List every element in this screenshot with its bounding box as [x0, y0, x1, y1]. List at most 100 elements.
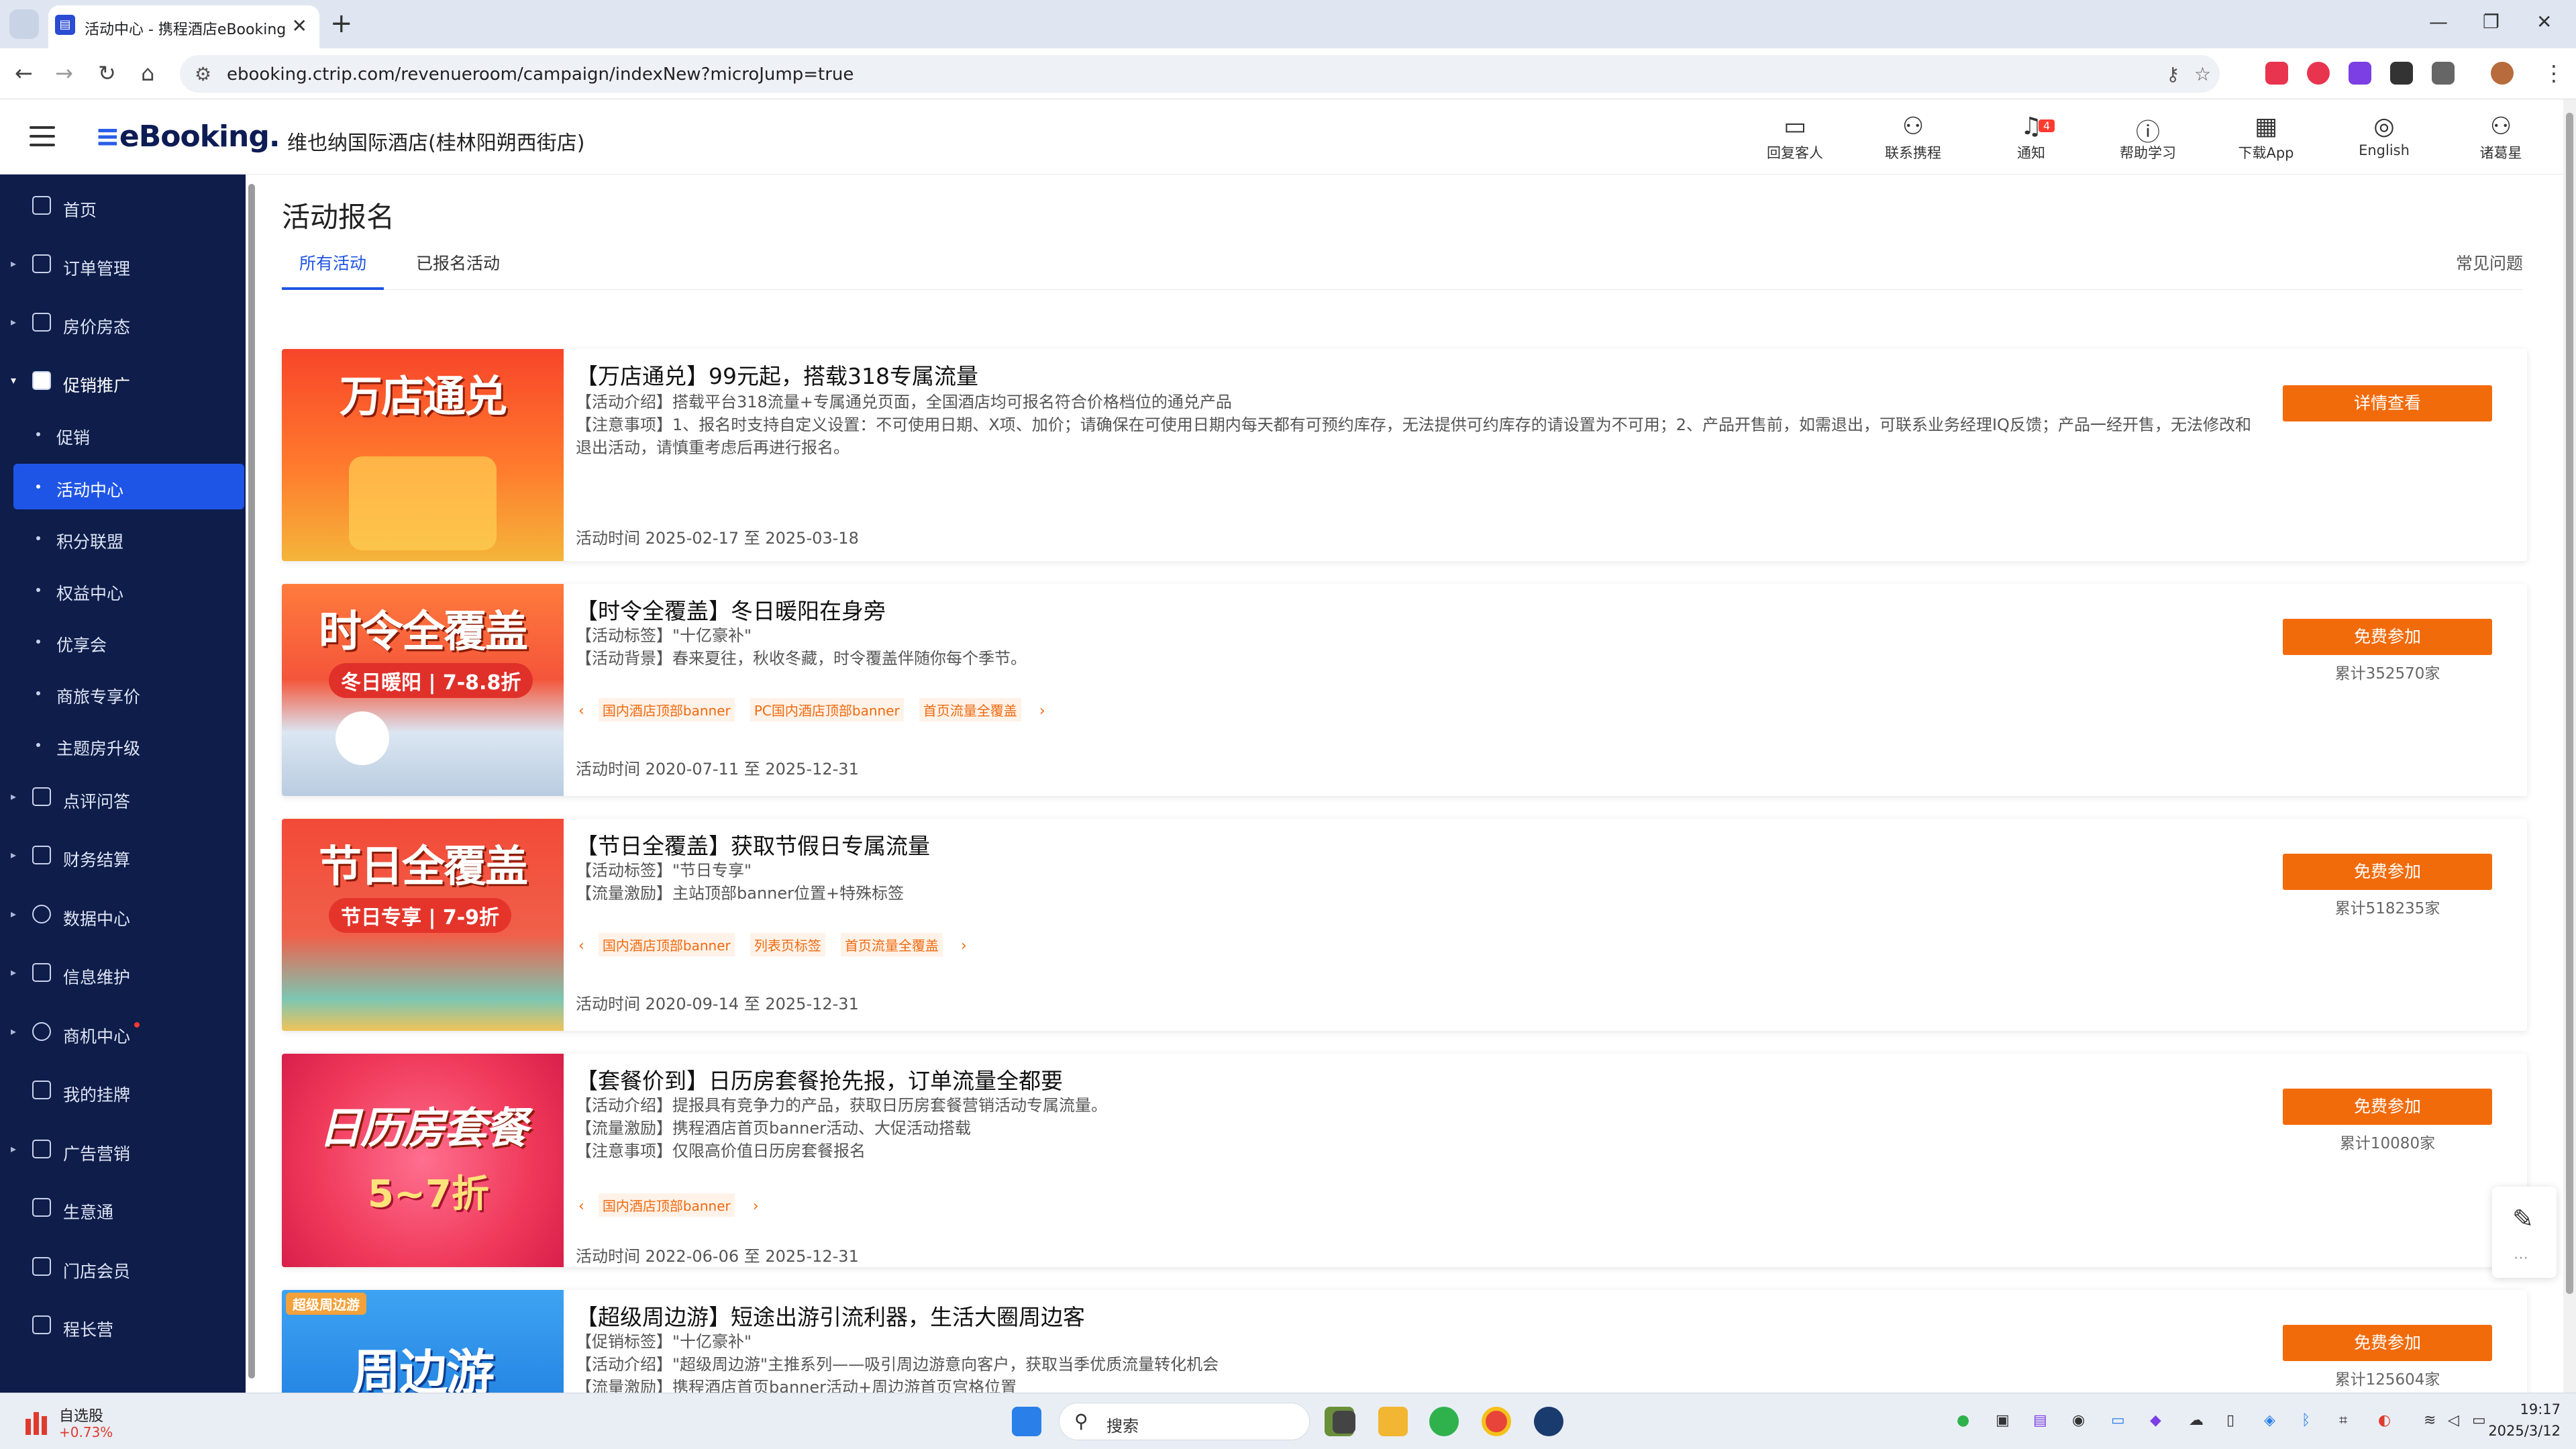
sidebar-item-data[interactable]: ▸ 数据中心 — [0, 893, 246, 938]
chevron-left-icon[interactable]: ‹ — [578, 703, 584, 719]
sidebar-item-listing[interactable]: 我的挂牌 — [0, 1068, 246, 1114]
sidebar-item-members[interactable]: 门店会员 — [0, 1245, 246, 1291]
sidebar-scrollbar[interactable] — [246, 174, 258, 1393]
taskbar-search[interactable]: ⚲ 搜索 — [1059, 1403, 1310, 1440]
details-button[interactable]: 详情查看 — [2283, 385, 2492, 421]
back-icon[interactable]: ← — [15, 60, 33, 86]
activity-banner-image[interactable]: 日历房套餐 5~7折 — [282, 1054, 564, 1267]
menu-toggle-icon[interactable] — [30, 126, 55, 146]
adblock-extension-icon[interactable] — [2307, 62, 2330, 85]
sidebar-item-benefits[interactable]: 权益中心 — [0, 567, 246, 613]
help-nav[interactable]: ⓘ 帮助学习 — [2111, 113, 2185, 162]
page-scrollbar[interactable] — [2563, 99, 2576, 1393]
pocket-extension-icon[interactable] — [2265, 62, 2288, 85]
tab-all-activities[interactable]: 所有活动 — [282, 242, 384, 290]
tray-monitor-icon[interactable]: ▭ — [2111, 1412, 2125, 1429]
tray-app-icon[interactable]: ● — [1957, 1412, 1969, 1429]
notification-nav[interactable]: ♫ 4 通知 — [1994, 113, 2068, 162]
sidebar-item-opportunity[interactable]: ▸ 商机中心 — [0, 1010, 246, 1056]
clock-time[interactable]: 19:17 — [2487, 1401, 2561, 1417]
activity-banner-image[interactable]: 时令全覆盖 冬日暖阳 | 7-8.8折 — [282, 584, 564, 796]
hotel-name[interactable]: 维也纳国际酒店(桂林阳朔西街店) — [287, 126, 584, 156]
tray-network-drive-icon[interactable]: ⌗ — [2339, 1412, 2347, 1429]
floating-toolbox[interactable]: ✎ ⋯ — [2492, 1187, 2557, 1278]
extensions-puzzle-icon[interactable] — [2432, 62, 2455, 85]
activity-banner-image[interactable]: 万店通兑 — [282, 349, 564, 561]
reload-icon[interactable]: ↻ — [98, 60, 116, 86]
activity-banner-image[interactable]: 超级周边游 周边游 — [282, 1290, 564, 1393]
activity-banner-image[interactable]: 节日全覆盖 节日专享 | 7-9折 — [282, 819, 564, 1031]
tray-nvidia-icon[interactable]: ▣ — [1996, 1412, 2010, 1429]
chevron-right-icon[interactable]: › — [961, 938, 967, 954]
sidebar-item-points[interactable]: 积分联盟 — [0, 515, 246, 561]
join-free-button[interactable]: 免费参加 — [2283, 1325, 2492, 1361]
home-icon[interactable]: ⌂ — [141, 60, 154, 86]
sidebar-item-reviews[interactable]: ▸ 点评问答 — [0, 775, 246, 821]
tray-teams-icon[interactable]: ◆ — [2150, 1412, 2161, 1429]
forward-icon[interactable]: → — [55, 60, 73, 86]
tray-app2-icon[interactable]: ◐ — [2378, 1412, 2391, 1429]
join-free-button[interactable]: 免费参加 — [2283, 1089, 2492, 1125]
site-info-icon[interactable]: ⚙ — [195, 63, 211, 85]
task-view-icon[interactable] — [1333, 1411, 1355, 1434]
url-text[interactable]: ebooking.ctrip.com/revenueroom/campaign/… — [227, 64, 854, 85]
sidebar-item-business-price[interactable]: 商旅专享价 — [0, 670, 246, 716]
clock-date[interactable]: 2025/3/12 — [2473, 1423, 2561, 1439]
tray-onenote-icon[interactable]: ▤ — [2033, 1412, 2047, 1429]
profile-avatar[interactable] — [2491, 62, 2514, 85]
tab-search-dropdown[interactable] — [9, 9, 39, 39]
reply-guest-nav[interactable]: ▭ 回复客人 — [1758, 113, 1832, 162]
maximize-button[interactable]: ❐ — [2483, 11, 2500, 33]
minimize-button[interactable]: — — [2429, 11, 2448, 33]
drag-handle-icon[interactable]: ⋯ — [2514, 1250, 2528, 1266]
wifi-icon[interactable]: ≋ — [2424, 1412, 2436, 1429]
extension-icon[interactable] — [2349, 62, 2371, 85]
ebooking-logo[interactable]: ≡eBooking. — [95, 119, 280, 154]
close-window-button[interactable]: ✕ — [2536, 11, 2552, 33]
sidebar-item-info[interactable]: ▸ 信息维护 — [0, 951, 246, 997]
tab-close-icon[interactable]: ✕ — [292, 15, 307, 37]
steam-icon[interactable] — [1534, 1407, 1563, 1436]
chevron-right-icon[interactable]: › — [753, 1198, 759, 1215]
tray-usb-icon[interactable]: ▯ — [2226, 1412, 2234, 1429]
file-explorer-icon[interactable] — [1378, 1407, 1408, 1436]
contact-ctrip-nav[interactable]: ⚇ 联系携程 — [1876, 113, 1950, 162]
download-app-nav[interactable]: ▦ 下载App — [2229, 113, 2303, 162]
sidebar-item-rates[interactable]: ▸ 房价房态 — [0, 301, 246, 346]
sidebar-item-orders[interactable]: ▸ 订单管理 — [0, 242, 246, 288]
sidebar-item-promo[interactable]: 促销 — [0, 411, 246, 457]
bluetooth-icon[interactable]: ᛒ — [2302, 1412, 2310, 1429]
chrome-icon[interactable] — [1482, 1407, 1511, 1436]
address-bar[interactable]: ⚙ ebooking.ctrip.com/revenueroom/campaig… — [180, 55, 2220, 93]
sidebar-item-promotion[interactable]: ▾ 促销推广 — [0, 359, 246, 405]
tray-onedrive-icon[interactable]: ☁ — [2189, 1412, 2204, 1429]
sidebar-item-youxiang[interactable]: 优享会 — [0, 619, 246, 664]
join-free-button[interactable]: 免费参加 — [2283, 619, 2492, 655]
language-nav[interactable]: ◎ English — [2347, 113, 2421, 158]
sidebar-item-finance[interactable]: ▸ 财务结算 — [0, 834, 246, 879]
sidebar-item-theme-room[interactable]: 主题房升级 — [0, 722, 246, 768]
extension-icon[interactable] — [2390, 62, 2413, 85]
chevron-left-icon[interactable]: ‹ — [578, 938, 584, 954]
new-tab-button[interactable]: + — [330, 8, 353, 39]
sidebar-item-home[interactable]: 首页 — [0, 184, 246, 230]
user-nav[interactable]: ⚇ 诸葛星 — [2464, 113, 2538, 162]
faq-link[interactable]: 常见问题 — [2456, 242, 2523, 286]
wechat-icon[interactable] — [1429, 1407, 1459, 1436]
bookmark-star-icon[interactable]: ☆ — [2194, 63, 2211, 85]
stock-chart-icon[interactable] — [23, 1405, 51, 1436]
windows-start-icon[interactable] — [1012, 1407, 1041, 1436]
sidebar-item-shengyitong[interactable]: 生意通 — [0, 1186, 246, 1232]
sidebar-item-chengzhangying[interactable]: 程长营 — [0, 1303, 246, 1349]
browser-tab[interactable]: ▤ 活动中心 - 携程酒店eBooking ✕ — [48, 5, 319, 48]
sidebar-item-activity-center[interactable]: 活动中心 — [13, 464, 244, 509]
tab-registered-activities[interactable]: 已报名活动 — [416, 242, 500, 286]
chevron-left-icon[interactable]: ‹ — [578, 1198, 584, 1215]
password-key-icon[interactable]: ⚷ — [2166, 63, 2180, 85]
edit-note-icon[interactable]: ✎ — [2512, 1204, 2534, 1234]
chevron-right-icon[interactable]: › — [1039, 703, 1045, 719]
tray-steam-icon[interactable]: ◉ — [2072, 1412, 2085, 1429]
sidebar-item-ads[interactable]: ▸ 广告营销 — [0, 1128, 246, 1173]
volume-icon[interactable]: ◁ — [2448, 1412, 2459, 1429]
join-free-button[interactable]: 免费参加 — [2283, 854, 2492, 890]
